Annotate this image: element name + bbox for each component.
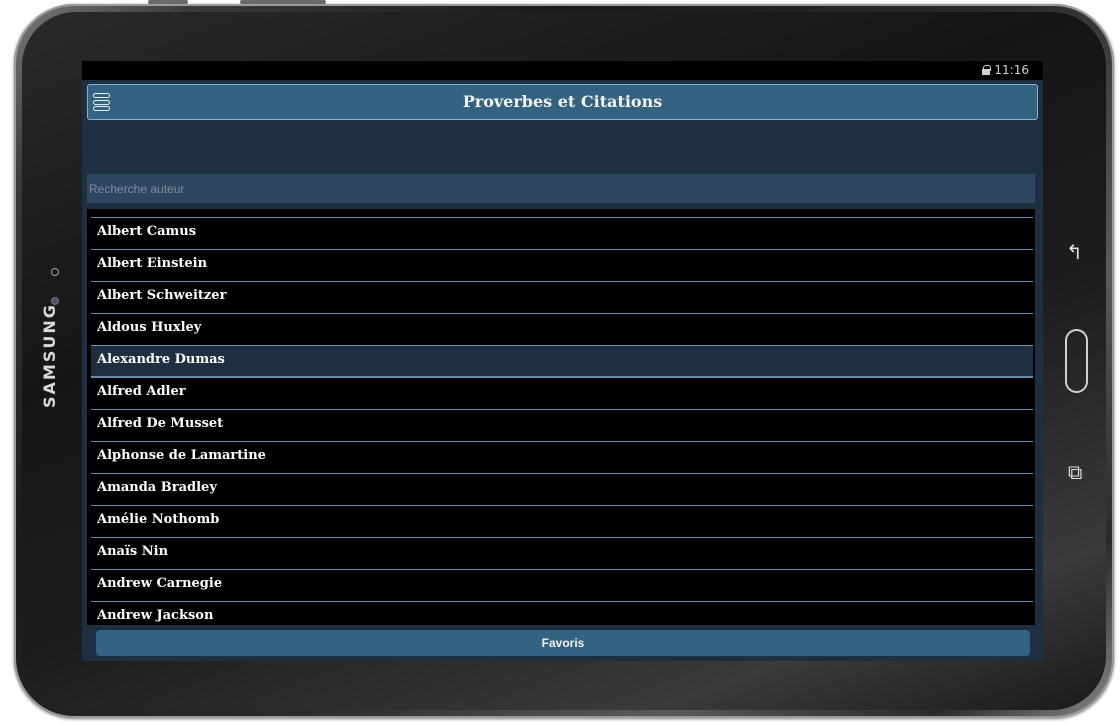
author-name: Alexandre Dumas — [97, 352, 225, 367]
author-name: Andrew Jackson — [97, 608, 214, 623]
favorites-button[interactable]: Favoris — [96, 630, 1030, 656]
author-name: Alphonse de Lamartine — [97, 448, 266, 463]
author-list: Albert Camus Albert Einstein Albert Schwei… — [87, 209, 1035, 625]
author-list-item[interactable]: Alexandre Dumas — [91, 345, 1033, 377]
status-bar: 11:16 — [82, 61, 1043, 80]
author-list-item[interactable]: Albert Camus — [91, 217, 1033, 249]
author-search-input[interactable] — [87, 174, 1035, 203]
author-list-item[interactable]: Alphonse de Lamartine — [91, 441, 1033, 473]
author-list-item[interactable]: Albert Schweitzer — [91, 281, 1033, 313]
status-time: 11:16 — [994, 63, 1029, 77]
volume-button — [240, 0, 326, 4]
author-list-item[interactable]: Amélie Nothomb — [91, 505, 1033, 537]
page-title: Proverbes et Citations — [462, 92, 663, 111]
back-arrow-icon[interactable]: ↰ — [1066, 240, 1083, 264]
author-name: Alfred Adler — [97, 384, 186, 399]
light-sensor — [51, 268, 59, 276]
author-name: Aldous Huxley — [97, 320, 202, 335]
author-name: Anaïs Nin — [97, 544, 169, 559]
lock-icon — [982, 65, 992, 75]
author-name: Alfred De Musset — [97, 416, 224, 431]
app-bar: Proverbes et Citations — [87, 84, 1038, 120]
author-list-item[interactable]: Anaïs Nin — [91, 537, 1033, 569]
author-list-item[interactable]: Aldous Huxley — [91, 313, 1033, 345]
author-name: Amanda Bradley — [97, 480, 217, 495]
recent-apps-icon[interactable]: ⧉ — [1068, 460, 1082, 484]
author-list-item[interactable]: Andrew Jackson — [91, 601, 1033, 625]
author-name: Albert Einstein — [97, 256, 208, 271]
author-list-item[interactable]: Andrew Carnegie — [91, 569, 1033, 601]
author-name: Andrew Carnegie — [97, 576, 223, 591]
home-button-icon[interactable] — [1065, 329, 1088, 393]
app-screen: 11:16 Proverbes et Citations Albert Camu… — [82, 61, 1043, 661]
author-list-item[interactable]: Alfred Adler — [91, 377, 1033, 409]
author-list-item[interactable]: Alfred De Musset — [91, 409, 1033, 441]
author-list-item[interactable]: Albert Einstein — [91, 249, 1033, 281]
author-name: Amélie Nothomb — [97, 512, 220, 527]
author-list-item[interactable]: Amanda Bradley — [91, 473, 1033, 505]
power-button — [148, 0, 188, 4]
author-name: Albert Schweitzer — [97, 288, 227, 303]
author-name: Albert Camus — [97, 224, 197, 239]
brand-logo: SAMSUNG — [40, 303, 59, 408]
